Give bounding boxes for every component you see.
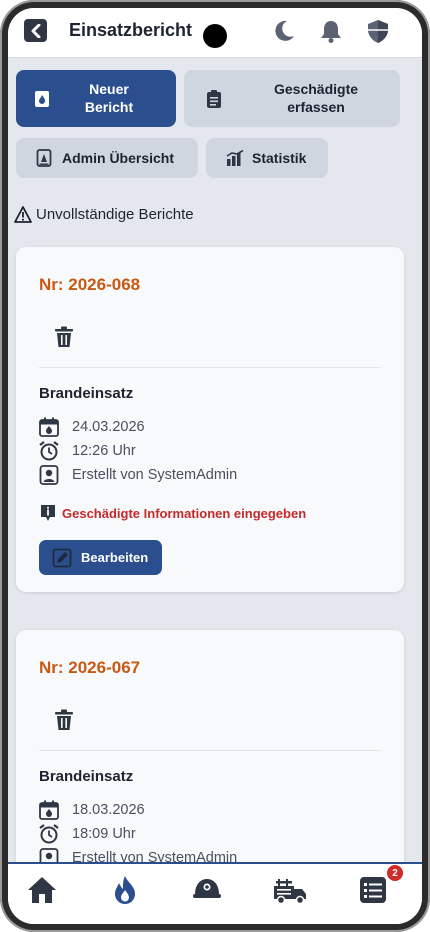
user-icon [39, 465, 59, 485]
admin-overview-label: Admin Übersicht [62, 150, 175, 166]
shield-icon[interactable] [364, 17, 392, 45]
new-report-button[interactable]: Neuer Bericht [16, 70, 176, 127]
card-divider [39, 750, 381, 751]
capture-victims-label: Geschädigte erfassen [273, 81, 359, 115]
incomplete-reports-label: Unvollständige Berichte [36, 206, 194, 223]
admin-document-icon [36, 149, 52, 167]
incomplete-reports-heading: Unvollständige Berichte [14, 206, 194, 223]
alarm-clock-icon [39, 824, 59, 844]
report-author: Erstellt von SystemAdmin [72, 467, 238, 483]
report-card: Nr: 2026-068 Brandeinsatz 24.03.2026 12:… [16, 247, 404, 592]
report-time: 18:09 Uhr [72, 826, 136, 842]
victims-info-notice: Geschädigte Informationen eingegeben [39, 504, 306, 522]
alarm-clock-icon [39, 441, 59, 461]
report-time: 12:26 Uhr [72, 443, 136, 459]
firefighter-helmet-icon[interactable] [191, 874, 223, 906]
notification-badge: 2 [387, 865, 403, 881]
statistics-label: Statistik [252, 150, 307, 166]
report-date-row: 24.03.2026 [39, 417, 145, 437]
back-icon [31, 23, 40, 38]
edit-button[interactable]: Bearbeiten [39, 540, 162, 575]
fire-icon[interactable] [109, 874, 141, 906]
top-bar: Einsatzbericht [8, 8, 422, 58]
report-type: Brandeinsatz [39, 385, 134, 402]
report-date-row: 18.03.2026 [39, 800, 145, 820]
back-button[interactable] [24, 19, 47, 42]
document-fire-icon [35, 91, 49, 107]
app-screen: Einsatzbericht Neuer Bericht Geschädigte… [8, 8, 422, 924]
report-date: 24.03.2026 [72, 419, 145, 435]
camera-notch [203, 24, 227, 48]
new-report-label: Neuer Bericht [84, 81, 134, 115]
statistics-button[interactable]: Statistik [206, 138, 328, 178]
trash-icon[interactable] [54, 709, 74, 731]
list-icon[interactable] [357, 874, 389, 906]
report-date: 18.03.2026 [72, 802, 145, 818]
home-icon[interactable] [26, 874, 58, 906]
card-divider [39, 367, 381, 368]
info-icon [41, 505, 55, 521]
bell-icon[interactable] [317, 17, 345, 45]
victims-info-text: Geschädigte Informationen eingegeben [62, 505, 307, 521]
edit-document-icon [52, 548, 72, 567]
calendar-icon [39, 800, 59, 820]
bottom-nav [8, 862, 422, 924]
moon-icon[interactable] [270, 17, 298, 45]
report-time-row: 18:09 Uhr [39, 824, 136, 844]
warning-icon [14, 206, 32, 223]
admin-overview-button[interactable]: Admin Übersicht [16, 138, 198, 178]
capture-victims-button[interactable]: Geschädigte erfassen [184, 70, 400, 127]
fire-truck-icon[interactable] [272, 874, 308, 906]
report-number: Nr: 2026-068 [39, 275, 141, 294]
edit-button-label: Bearbeiten [81, 550, 149, 565]
phone-frame: Einsatzbericht Neuer Bericht Geschädigte… [0, 0, 430, 932]
calendar-icon [39, 417, 59, 437]
clipboard-icon [207, 90, 221, 108]
report-time-row: 12:26 Uhr [39, 441, 136, 461]
trash-icon[interactable] [54, 326, 74, 348]
report-type: Brandeinsatz [39, 768, 134, 785]
page-title: Einsatzbericht [69, 20, 193, 40]
report-author-row: Erstellt von SystemAdmin [39, 465, 237, 485]
report-number: Nr: 2026-067 [39, 658, 141, 677]
bar-chart-icon [226, 150, 244, 166]
